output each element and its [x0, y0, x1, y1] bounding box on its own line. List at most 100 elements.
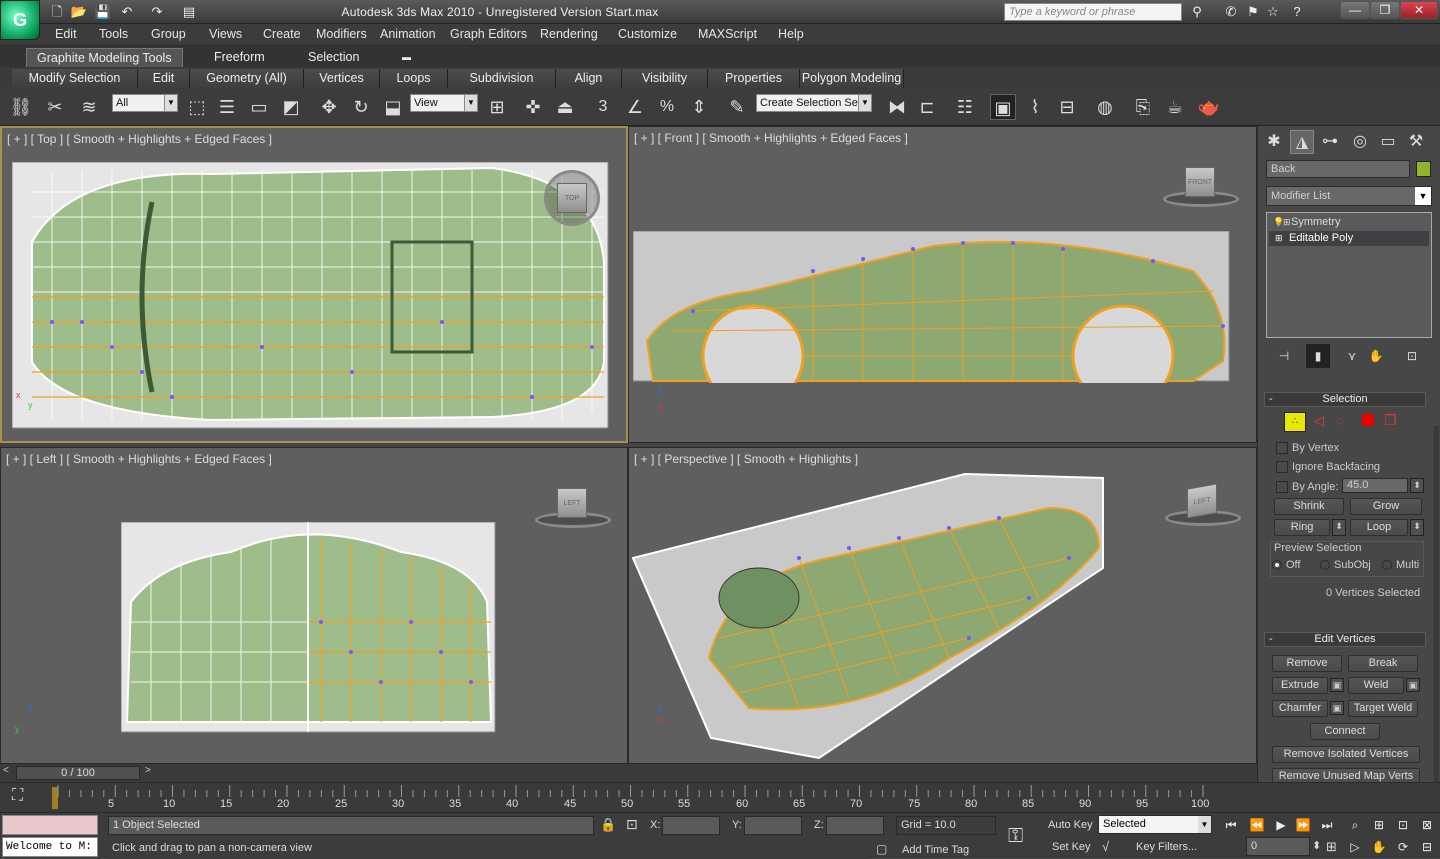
time-tag-icon[interactable]: ▢	[876, 842, 887, 856]
preview-off-radio[interactable]: Off	[1272, 559, 1300, 572]
stack-item-editable-poly[interactable]: ⊞ Editable Poly	[1269, 231, 1429, 246]
utilities-tab-icon[interactable]: ⚒	[1404, 130, 1428, 154]
save-file-icon[interactable]: 💾	[94, 3, 112, 21]
tab-selection[interactable]: Selection	[298, 48, 369, 67]
viewport-top[interactable]: [ + ] [ Top ] [ Smooth + Highlights + Ed…	[0, 126, 628, 443]
named-selection-dropdown[interactable]: Create Selection Se ▼	[756, 94, 872, 112]
ring-button[interactable]: Ring	[1274, 519, 1330, 536]
previous-key-icon[interactable]: ⏪	[1246, 815, 1268, 835]
display-tab-icon[interactable]: ▭	[1376, 130, 1400, 154]
mini-curve-editor-icon[interactable]: ⛶	[12, 787, 23, 805]
binoculars-icon[interactable]: ⚲	[1188, 3, 1206, 21]
selection-filter-dropdown[interactable]: All ▼	[112, 94, 178, 112]
remove-button[interactable]: Remove	[1272, 655, 1342, 672]
subscription-icon[interactable]: ⚑	[1244, 3, 1262, 21]
mirror-icon[interactable]: ⧓	[884, 94, 910, 120]
extrude-settings-icon[interactable]: ▣	[1330, 678, 1344, 692]
viewport-left-label[interactable]: [ + ] [ Left ] [ Smooth + Highlights + E…	[6, 452, 272, 466]
play-icon[interactable]: ▶	[1270, 815, 1292, 835]
edge-mode-icon[interactable]: ◁	[1314, 413, 1324, 429]
ring-spinner-icon[interactable]: ⬍	[1332, 519, 1346, 536]
expand-plus-icon[interactable]: ⊞	[1275, 231, 1283, 246]
redo-icon[interactable]: ↷	[148, 3, 166, 21]
vertex-mode-icon[interactable]: ∴	[1284, 412, 1306, 432]
menu-views[interactable]: Views	[209, 27, 242, 41]
keyboard-shortcut-override-icon[interactable]: ⏏	[552, 94, 578, 120]
panel-align[interactable]: Align	[556, 69, 622, 88]
angle-spinner-icon[interactable]: ⬍	[1410, 478, 1424, 493]
motion-tab-icon[interactable]: ◎	[1348, 130, 1372, 154]
move-icon[interactable]: ✥	[316, 94, 342, 120]
panel-subdivision[interactable]: Subdivision	[448, 69, 556, 88]
viewport-top-label[interactable]: [ + ] [ Top ] [ Smooth + Highlights + Ed…	[7, 132, 272, 146]
modify-tab-icon[interactable]: ◮	[1290, 130, 1314, 154]
frame-spinner-icon[interactable]: ⬍	[1312, 839, 1321, 852]
extrude-button[interactable]: Extrude	[1272, 677, 1328, 694]
scale-icon[interactable]: ⬓	[380, 94, 406, 120]
panel-vertices[interactable]: Vertices	[304, 69, 380, 88]
graphite-toggle-icon[interactable]: ▣	[990, 94, 1016, 120]
spinner-snap-icon[interactable]: ⇕	[686, 94, 712, 120]
angle-value-field[interactable]: 45.0	[1342, 478, 1408, 493]
material-editor-icon[interactable]: ◍	[1092, 94, 1118, 120]
app-menu-icon[interactable]: G	[0, 0, 40, 40]
border-mode-icon[interactable]: ◌	[1336, 413, 1344, 428]
maxscript-listener-white[interactable]: Welcome to M:	[2, 837, 98, 857]
rotate-icon[interactable]: ↻	[348, 94, 374, 120]
unlink-icon[interactable]: ✂	[42, 94, 68, 120]
target-weld-button[interactable]: Target Weld	[1348, 700, 1418, 717]
zoom-extents-icon[interactable]: ⊡	[1392, 815, 1414, 835]
tab-freeform[interactable]: Freeform	[204, 48, 275, 67]
previous-frame-icon[interactable]: <	[3, 765, 9, 776]
select-by-name-icon[interactable]: ☰	[214, 94, 240, 120]
y-coord-field[interactable]	[744, 816, 802, 835]
panel-geometry-all[interactable]: Geometry (All)	[190, 69, 304, 88]
weld-settings-icon[interactable]: ▣	[1406, 678, 1420, 692]
goto-end-icon[interactable]: ⏭	[1316, 815, 1338, 835]
auto-key-button[interactable]: Auto Key	[1048, 819, 1093, 831]
key-filters-button[interactable]: Key Filters...	[1136, 841, 1197, 853]
menu-graph-editors[interactable]: Graph Editors	[450, 27, 527, 41]
weld-button[interactable]: Weld	[1348, 677, 1404, 694]
expand-plus-icon[interactable]: ⊞	[1283, 215, 1291, 230]
hierarchy-tab-icon[interactable]: ⊶	[1318, 130, 1342, 154]
tab-graphite-modeling-tools[interactable]: Graphite Modeling Tools	[26, 48, 183, 67]
rendered-frame-window-icon[interactable]: ☕	[1162, 94, 1188, 120]
shrink-button[interactable]: Shrink	[1274, 498, 1344, 515]
lock-selection-icon[interactable]: 🔒	[600, 817, 616, 833]
polygon-mode-icon[interactable]	[1362, 414, 1374, 426]
help-icon[interactable]: ?	[1288, 3, 1306, 21]
absolute-transform-icon[interactable]: ⊡	[626, 816, 638, 833]
remove-modifier-icon[interactable]: ✋	[1364, 344, 1388, 368]
project-folder-icon[interactable]: ▤	[180, 3, 198, 21]
rectangular-selection-icon[interactable]: ▭	[246, 94, 272, 120]
reference-coordinate-dropdown[interactable]: View ▼	[410, 94, 478, 112]
connect-button[interactable]: Connect	[1310, 723, 1380, 740]
make-unique-icon[interactable]: ⋎	[1340, 344, 1364, 368]
render-teapot-icon[interactable]: 🫖	[1196, 94, 1222, 120]
window-crossing-icon[interactable]: ◩	[278, 94, 304, 120]
edit-vertices-rollout-header[interactable]: - Edit Vertices	[1264, 632, 1426, 647]
edit-named-selection-icon[interactable]: ✎	[724, 94, 750, 120]
current-frame-field[interactable]: 0	[1246, 837, 1310, 856]
curve-editor-icon[interactable]: ⌇	[1022, 94, 1048, 120]
communication-center-icon[interactable]: ✆	[1222, 3, 1240, 21]
chamfer-settings-icon[interactable]: ▣	[1330, 701, 1344, 715]
viewport-perspective[interactable]: [ + ] [ Perspective ] [ Smooth + Highlig…	[628, 447, 1257, 764]
viewport-front[interactable]: [ + ] [ Front ] [ Smooth + Highlights + …	[628, 126, 1257, 443]
preview-subobj-radio[interactable]: SubObj	[1320, 559, 1371, 572]
snaps-toggle-icon[interactable]: 3	[590, 94, 616, 120]
chamfer-button[interactable]: Chamfer	[1272, 700, 1328, 717]
track-bar[interactable]: ⛶ 5 10 15 20 25 30 35 40 45 50 55 60 65 …	[0, 782, 1440, 812]
goto-start-icon[interactable]: ⏮	[1220, 815, 1242, 835]
time-slider[interactable]: 0 / 100	[16, 766, 140, 780]
set-key-button[interactable]: Set Key	[1052, 841, 1091, 853]
ribbon-dropdown-icon[interactable]: ▬	[392, 48, 421, 67]
angle-snap-icon[interactable]: ∠	[622, 94, 648, 120]
set-key-icon[interactable]: ⚿	[1008, 825, 1023, 848]
panel-loops[interactable]: Loops	[380, 69, 448, 88]
new-file-icon[interactable]: 🗋	[48, 3, 66, 21]
key-mode-dropdown[interactable]: Selected ▼	[1098, 815, 1212, 834]
render-setup-icon[interactable]: ⎘	[1130, 94, 1156, 120]
menu-edit[interactable]: Edit	[55, 27, 77, 41]
